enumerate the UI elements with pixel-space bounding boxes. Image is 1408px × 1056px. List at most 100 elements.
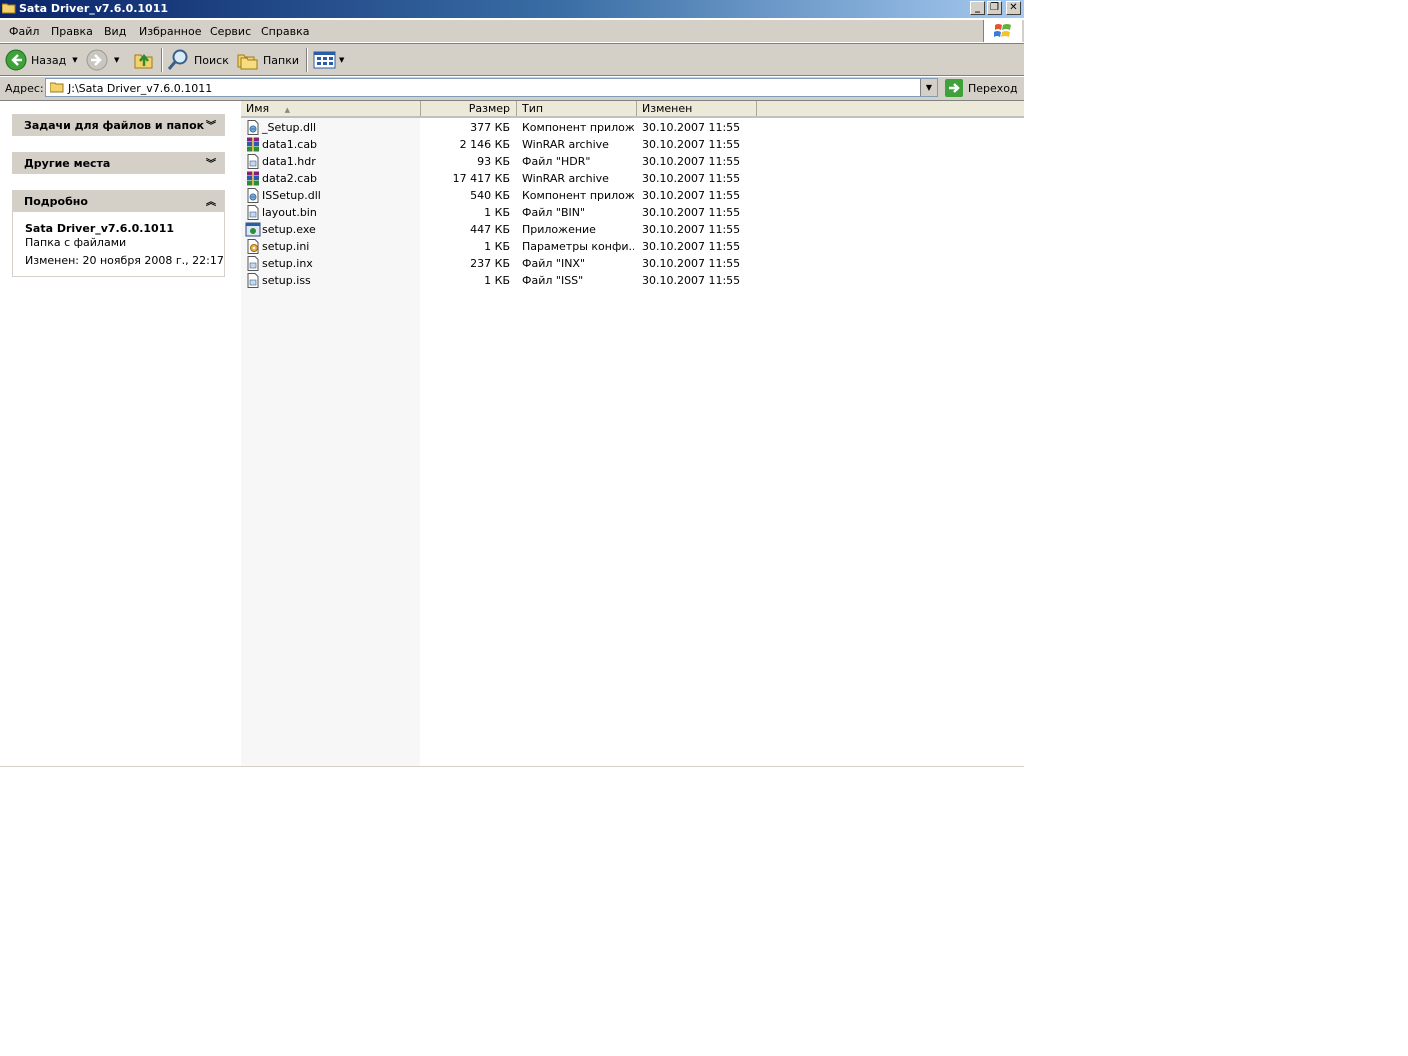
file-size: 93 КБ [477, 155, 510, 168]
folders-label: Папки [263, 53, 299, 67]
title-bar[interactable]: Sata Driver_v7.6.0.1011 _ ❐ ✕ [0, 0, 1024, 18]
forward-dropdown-icon[interactable]: ▼ [114, 56, 119, 64]
file-size: 377 КБ [470, 121, 510, 134]
generic-file-icon [245, 154, 261, 169]
other-places-panel-header[interactable]: Другие места ︾ [12, 152, 225, 174]
toolbar-separator [161, 48, 163, 72]
file-type: Файл "HDR" [522, 155, 591, 168]
dll-icon [245, 120, 261, 135]
file-list: Имя ▲ Размер Тип Изменен _Setup.dll 377 К… [241, 101, 1024, 766]
file-name: setup.iss [262, 274, 311, 287]
address-input[interactable]: J:\Sata Driver_v7.6.0.1011 ▼ [45, 78, 938, 97]
views-button[interactable]: ▼ [313, 48, 344, 72]
column-size-header[interactable]: Размер [421, 101, 517, 116]
menu-tools[interactable]: Сервис [210, 25, 251, 38]
collapse-chevron-icon[interactable]: ︽ [206, 193, 216, 208]
file-row[interactable]: ISSetup.dll 540 КБ Компонент прилож... 30.1… [241, 187, 1024, 204]
file-row[interactable]: _Setup.dll 377 КБ Компонент прилож... 30.10… [241, 119, 1024, 136]
go-arrow-icon [945, 79, 963, 97]
dll-icon [245, 188, 261, 203]
file-row[interactable]: data1.cab 2 146 КБ WinRAR archive 30.10.200… [241, 136, 1024, 153]
address-bar: Адрес: J:\Sata Driver_v7.6.0.1011 ▼ Пере… [0, 77, 1024, 101]
address-dropdown-icon[interactable]: ▼ [920, 79, 937, 96]
window-bottom-border [0, 766, 1024, 767]
go-button[interactable]: Переход [945, 78, 1018, 98]
details-kind: Папка с файлами [25, 236, 127, 249]
file-row[interactable]: data1.hdr 93 КБ Файл "HDR" 30.10.2007 11:55 [241, 153, 1024, 170]
toolbar: Назад ▼ ▼ Поиск Папки ▼ [0, 43, 1024, 76]
back-label: Назад [31, 53, 67, 67]
file-row[interactable]: setup.exe 447 КБ Приложение 30.10.2007 11:5… [241, 221, 1024, 238]
details-name: Sata Driver_v7.6.0.1011 [25, 222, 175, 235]
sort-ascending-icon: ▲ [284, 106, 291, 114]
file-row[interactable]: setup.iss 1 КБ Файл "ISS" 30.10.2007 11:55 [241, 272, 1024, 289]
column-name-label: Имя [246, 102, 270, 115]
file-name: setup.inx [262, 257, 313, 270]
file-type: WinRAR archive [522, 172, 609, 185]
file-type: WinRAR archive [522, 138, 609, 151]
views-dropdown-icon[interactable]: ▼ [339, 56, 344, 64]
forward-button[interactable]: ▼ [86, 48, 119, 72]
file-modified: 30.10.2007 11:55 [642, 206, 741, 219]
details-panel-body: Sata Driver_v7.6.0.1011 Папка с файлами … [12, 212, 225, 277]
file-type: Файл "ISS" [522, 274, 584, 287]
expand-chevron-icon[interactable]: ︾ [206, 155, 216, 170]
file-row[interactable]: setup.ini 1 КБ Параметры конфи... 30.10.200… [241, 238, 1024, 255]
close-button[interactable]: ✕ [1006, 1, 1021, 15]
back-dropdown-icon[interactable]: ▼ [72, 56, 77, 64]
address-label: Адрес: [5, 82, 44, 95]
folders-icon [237, 54, 258, 70]
menu-favorites[interactable]: Избранное [139, 25, 201, 38]
winrar-icon [245, 171, 261, 186]
folder-icon [2, 3, 16, 14]
other-places-title: Другие места [24, 157, 111, 170]
file-name: data2.cab [262, 172, 318, 185]
file-name: _Setup.dll [262, 121, 317, 134]
folders-button[interactable]: Папки [237, 48, 299, 72]
search-icon [167, 49, 188, 70]
file-modified: 30.10.2007 11:55 [642, 274, 741, 287]
tasks-panel-header[interactable]: Задачи для файлов и папок ︾ [12, 114, 225, 136]
folder-up-icon [134, 53, 153, 69]
explorer-window: Sata Driver_v7.6.0.1011 _ ❐ ✕ Файл Правк… [0, 0, 1024, 768]
column-modified-header[interactable]: Изменен [637, 101, 757, 116]
file-row[interactable]: setup.inx 237 КБ Файл "INX" 30.10.2007 11:5… [241, 255, 1024, 272]
file-modified: 30.10.2007 11:55 [642, 172, 741, 185]
file-type: Параметры конфи... [522, 240, 634, 253]
file-row[interactable]: layout.bin 1 КБ Файл "BIN" 30.10.2007 11:55 [241, 204, 1024, 221]
file-name: setup.ini [262, 240, 310, 253]
search-button[interactable]: Поиск [166, 48, 229, 72]
views-icon [313, 51, 336, 69]
file-name: data1.hdr [262, 155, 316, 168]
expand-chevron-icon[interactable]: ︾ [206, 117, 216, 132]
file-modified: 30.10.2007 11:55 [642, 189, 741, 202]
details-panel-title: Подробно [24, 195, 88, 208]
minimize-button[interactable]: _ [970, 1, 985, 15]
menu-help[interactable]: Справка [261, 25, 309, 38]
column-type-header[interactable]: Тип [517, 101, 637, 116]
restore-button[interactable]: ❐ [987, 1, 1002, 15]
back-arrow-icon [5, 49, 27, 71]
file-name: layout.bin [262, 206, 317, 219]
generic-file-icon [245, 205, 261, 220]
generic-file-icon [245, 273, 261, 288]
menu-bar: Файл Правка Вид Избранное Сервис Справка [0, 20, 1024, 43]
back-button[interactable]: Назад ▼ [5, 48, 78, 72]
menu-edit[interactable]: Правка [51, 25, 93, 38]
menu-file[interactable]: Файл [9, 25, 39, 38]
windows-logo-icon [983, 20, 1022, 42]
tasks-panel-title: Задачи для файлов и папок [24, 119, 205, 132]
file-modified: 30.10.2007 11:55 [642, 155, 741, 168]
file-name: data1.cab [262, 138, 318, 151]
details-panel-header[interactable]: Подробно ︽ [12, 190, 225, 212]
menu-view[interactable]: Вид [104, 25, 126, 38]
file-row[interactable]: data2.cab 17 417 КБ WinRAR archive 30.10.20… [241, 170, 1024, 187]
column-name-header[interactable]: Имя ▲ [241, 101, 421, 116]
file-modified: 30.10.2007 11:55 [642, 121, 741, 134]
exe-icon [245, 222, 261, 237]
file-modified: 30.10.2007 11:55 [642, 257, 741, 270]
up-button[interactable] [133, 48, 155, 72]
file-type: Файл "BIN" [522, 206, 586, 219]
column-header: Имя ▲ Размер Тип Изменен [241, 101, 1024, 118]
generic-file-icon [245, 256, 261, 271]
